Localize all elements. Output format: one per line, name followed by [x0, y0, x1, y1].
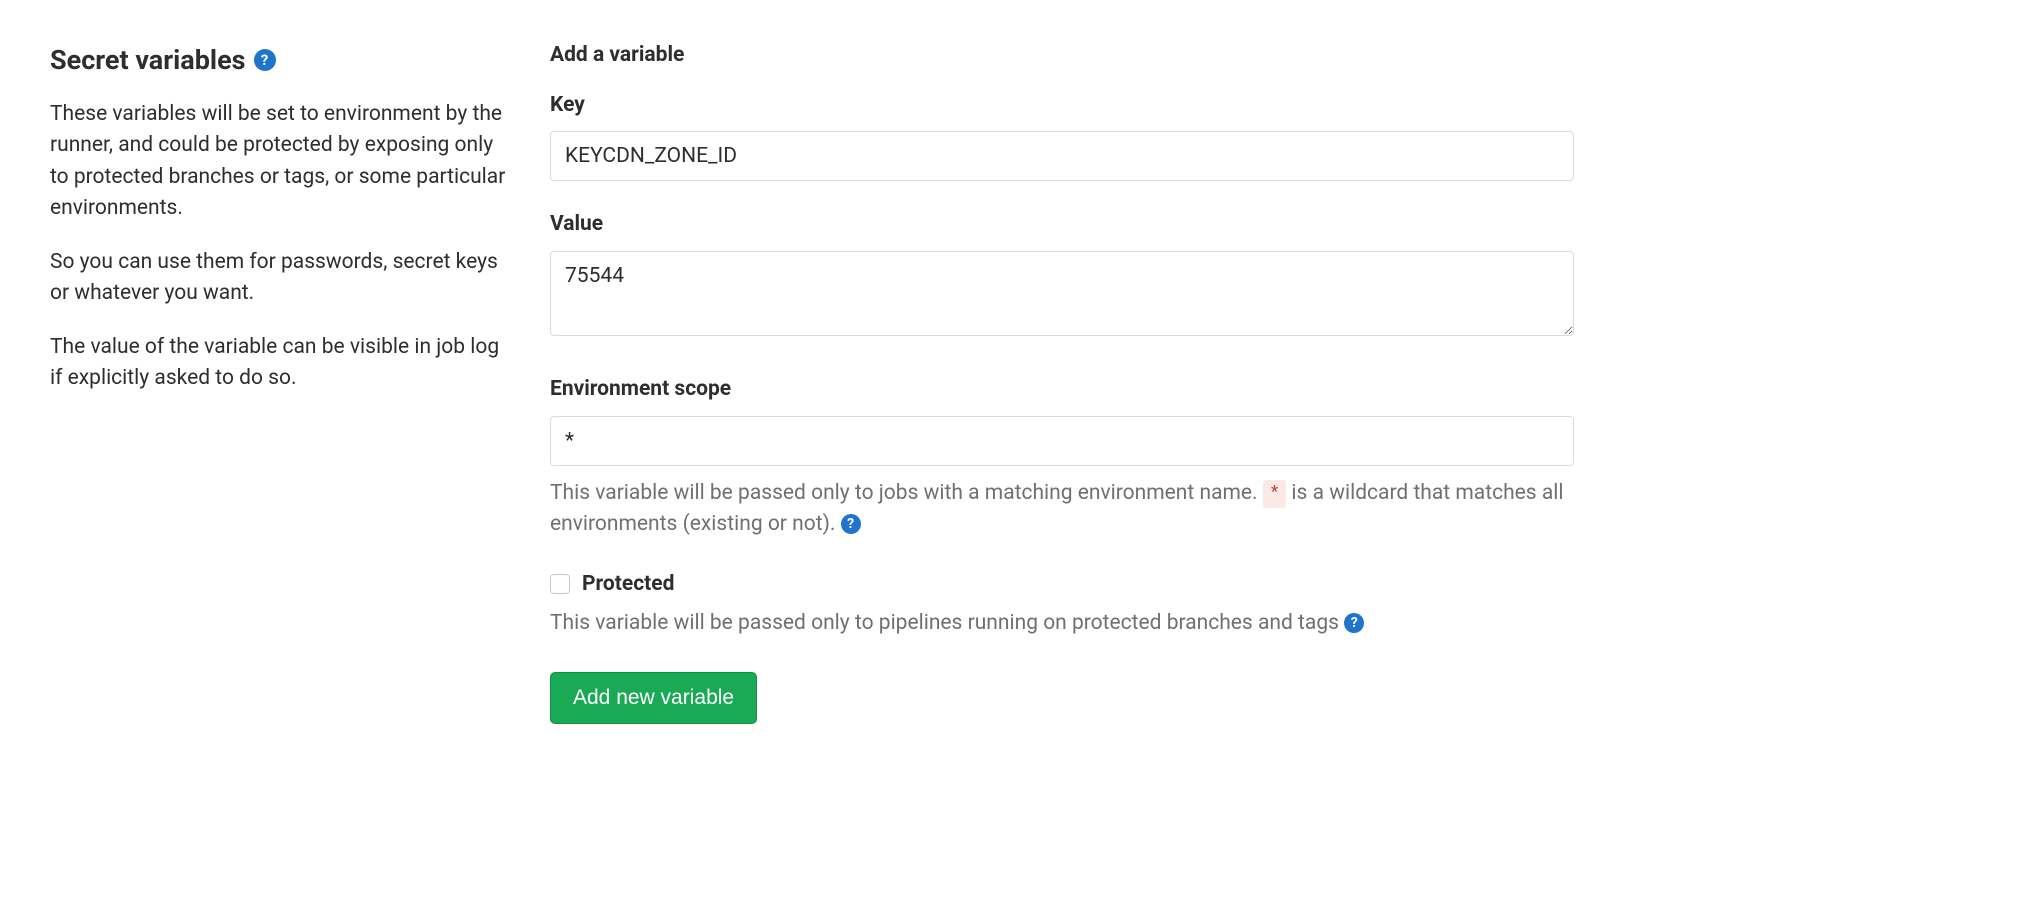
question-circle-icon[interactable]: ?	[1344, 613, 1364, 633]
environment-scope-help: This variable will be passed only to job…	[550, 478, 1574, 541]
value-label: Value	[550, 209, 1574, 241]
environment-scope-label: Environment scope	[550, 374, 1574, 406]
section-title-text: Secret variables	[50, 40, 246, 81]
key-input[interactable]	[550, 131, 1574, 181]
protected-help: This variable will be passed only to pip…	[550, 608, 1574, 640]
question-circle-icon[interactable]: ?	[841, 514, 861, 534]
protected-checkbox[interactable]	[550, 574, 570, 594]
protected-help-text: This variable will be passed only to pip…	[550, 611, 1344, 635]
description-paragraph-3: The value of the variable can be visible…	[50, 332, 510, 395]
description-paragraph-1: These variables will be set to environme…	[50, 99, 510, 225]
description-paragraph-2: So you can use them for passwords, secre…	[50, 247, 510, 310]
form-heading: Add a variable	[550, 40, 1574, 72]
section-title: Secret variables ?	[50, 40, 510, 81]
scope-help-text-1: This variable will be passed only to job…	[550, 481, 1263, 505]
question-circle-icon[interactable]: ?	[254, 49, 276, 71]
key-label: Key	[550, 90, 1574, 122]
value-textarea[interactable]: 75544	[550, 251, 1574, 336]
environment-scope-input[interactable]	[550, 416, 1574, 466]
protected-label[interactable]: Protected	[582, 569, 674, 601]
wildcard-chip: *	[1263, 480, 1286, 509]
add-new-variable-button[interactable]: Add new variable	[550, 672, 757, 724]
